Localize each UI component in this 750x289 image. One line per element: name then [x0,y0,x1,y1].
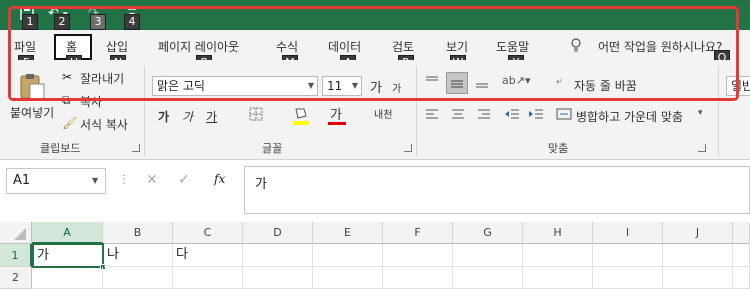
name-box[interactable]: A1 [6,168,106,194]
alignment-launcher-icon[interactable] [698,144,706,152]
increase-indent-icon[interactable] [528,106,544,125]
phonetic-button[interactable]: 내천 [374,106,392,121]
align-right-icon[interactable] [476,106,492,125]
column-header-b[interactable]: B [103,222,173,244]
cell-f2[interactable] [383,267,453,289]
cell-k1[interactable] [733,244,750,267]
column-header-g[interactable]: G [453,222,523,244]
column-header-c[interactable]: C [173,222,243,244]
underline-button[interactable]: 가 [206,108,217,125]
cell-i1[interactable] [593,244,663,267]
borders-icon[interactable] [248,106,264,125]
cell-c2[interactable] [173,267,243,289]
font-group-label: 글꼴 [262,142,283,155]
cell-b2[interactable] [103,267,173,289]
fill-color-icon[interactable] [292,106,310,129]
alignment-group-label: 맞춤 [548,142,569,155]
cell-h1[interactable] [523,244,593,267]
enter-icon[interactable]: ✓ [178,172,190,188]
bold-button[interactable]: 가 [158,108,169,125]
decrease-indent-icon[interactable] [504,106,520,125]
column-header-e[interactable]: E [313,222,383,244]
format-painter-icon[interactable]: 🖌 [62,116,77,130]
formula-input[interactable]: 가 [244,166,750,214]
cell-g1[interactable] [453,244,523,267]
column-header-i[interactable]: I [593,222,663,244]
align-center-icon[interactable] [450,106,466,125]
row-header-1[interactable]: 1 [0,244,32,267]
merge-center-button[interactable]: 병합하고 가운데 맞춤 [576,108,683,125]
cell-b1[interactable]: 나 [104,244,173,267]
insert-function-button[interactable]: fx [214,172,225,186]
chevron-down-icon[interactable]: ▼ [92,176,98,185]
cancel-icon[interactable]: ✕ [146,172,158,188]
column-header-a[interactable]: A [32,222,103,244]
more-dots-icon: ⋮ [118,172,130,186]
chevron-down-icon[interactable]: ▾ [698,108,703,118]
column-header-k[interactable] [733,222,750,244]
font-launcher-icon[interactable] [404,144,412,152]
font-color-button[interactable]: 가 [330,104,342,123]
italic-button[interactable]: 가 [182,108,193,125]
font-color-swatch [328,122,346,125]
cell-g2[interactable] [453,267,523,289]
column-header-j[interactable]: J [663,222,733,244]
cell-d2[interactable] [243,267,313,289]
column-header-d[interactable]: D [243,222,313,244]
format-painter-button[interactable]: 서식 복사 [80,116,128,133]
cell-e2[interactable] [313,267,383,289]
cell-f1[interactable] [383,244,453,267]
cell-a2[interactable] [32,267,103,289]
column-header-f[interactable]: F [383,222,453,244]
cell-c1[interactable]: 다 [173,244,243,267]
cell-a1[interactable]: 가 [32,243,104,268]
clipboard-group-label: 클립보드 [40,142,81,155]
clipboard-launcher-icon[interactable] [132,144,140,152]
cell-j2[interactable] [663,267,733,289]
cell-h2[interactable] [523,267,593,289]
align-left-icon[interactable] [424,106,440,125]
merge-center-icon[interactable] [556,106,572,125]
select-all-corner[interactable] [0,222,32,244]
cell-i2[interactable] [593,267,663,289]
row-header-2[interactable]: 2 [0,267,32,289]
highlight-callout [8,6,739,101]
cell-k2[interactable] [733,267,750,289]
paste-button[interactable]: 붙여넣기 [10,104,54,121]
cell-e1[interactable] [313,244,383,267]
cell-j1[interactable] [663,244,733,267]
column-header-h[interactable]: H [523,222,593,244]
cell-d1[interactable] [243,244,313,267]
